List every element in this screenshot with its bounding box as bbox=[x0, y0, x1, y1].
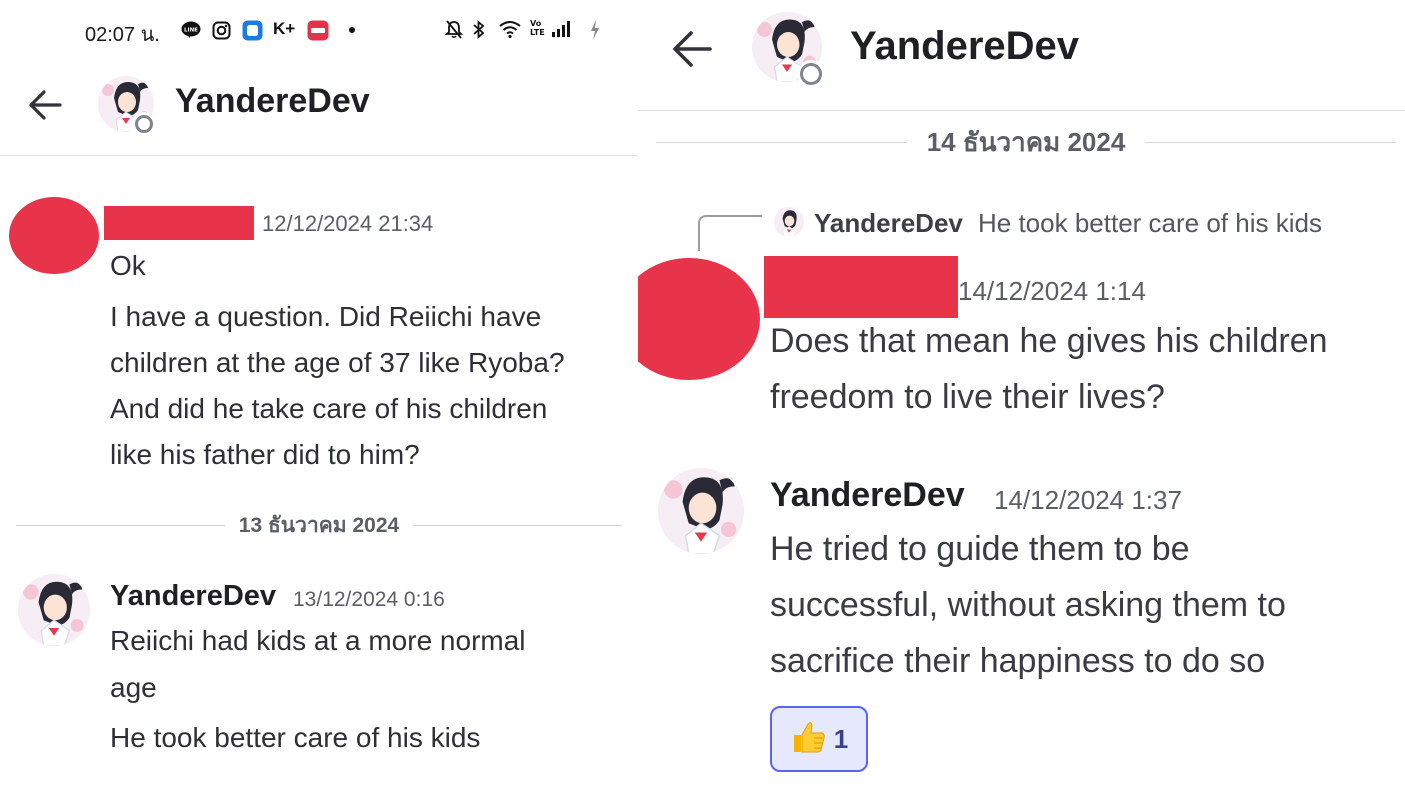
right-screenshot: YandereDev 14 ธันวาคม 2024 YandereDev He… bbox=[638, 0, 1405, 790]
bluetooth-icon bbox=[472, 19, 486, 45]
reply-connector bbox=[698, 215, 762, 251]
avatar[interactable] bbox=[18, 574, 90, 646]
reply-avatar bbox=[774, 207, 804, 237]
redacted-avatar bbox=[9, 197, 99, 274]
message-author[interactable]: YandereDev bbox=[770, 476, 965, 515]
message-author[interactable]: YandereDev bbox=[110, 580, 276, 613]
line-icon: LINE bbox=[181, 21, 201, 39]
date-separator-label: 13 ธันวาคม 2024 bbox=[238, 513, 400, 537]
status-time: 02:07 น. bbox=[85, 24, 160, 46]
reaction-count: 1 bbox=[833, 723, 849, 754]
avatar[interactable] bbox=[658, 468, 744, 554]
message-timestamp: 12/12/2024 21:34 bbox=[262, 211, 434, 236]
message-line: Ok bbox=[110, 250, 146, 281]
chat-header: YandereDev bbox=[0, 70, 638, 156]
message-line: children at the age of 37 like Ryoba? bbox=[110, 347, 565, 378]
message-line: Reiichi had kids at a more normal bbox=[110, 625, 526, 656]
message-line: age bbox=[110, 672, 157, 703]
message-line: He tried to guide them to be bbox=[770, 530, 1190, 568]
date-separator: 13 ธันวาคม 2024 bbox=[16, 511, 622, 539]
notification-dot bbox=[349, 27, 355, 33]
instagram-icon bbox=[212, 21, 231, 40]
news-app-icon bbox=[307, 20, 329, 41]
date-separator-label: 14 ธันวาคม 2024 bbox=[926, 126, 1126, 157]
reply-author[interactable]: YandereDev bbox=[814, 208, 963, 239]
mute-bell-icon bbox=[444, 20, 464, 45]
redacted-avatar bbox=[638, 258, 760, 380]
separator-rule bbox=[1145, 141, 1396, 143]
date-separator: 14 ธันวาคม 2024 bbox=[656, 126, 1396, 158]
header-title: YandereDev bbox=[175, 82, 370, 120]
reply-text[interactable]: He took better care of his kids bbox=[978, 208, 1322, 239]
message-line: And did he take care of his children bbox=[110, 393, 548, 424]
thumbs-up-icon bbox=[790, 718, 828, 760]
back-arrow-icon[interactable] bbox=[670, 28, 714, 70]
message-timestamp: 13/12/2024 0:16 bbox=[293, 588, 445, 611]
message-timestamp: 14/12/2024 1:37 bbox=[994, 485, 1182, 515]
battery-charging-icon bbox=[589, 19, 601, 46]
separator-rule bbox=[413, 524, 622, 526]
redacted-username bbox=[764, 256, 958, 318]
signal-icon bbox=[551, 20, 573, 43]
app-square-icon bbox=[242, 20, 263, 41]
back-arrow-icon[interactable] bbox=[26, 88, 64, 122]
left-screenshot: 02:07 น. LINE K+ Vo LTE YandereDev 12/12… bbox=[0, 0, 638, 790]
message-line: successful, without asking them to bbox=[770, 586, 1286, 624]
kplus-icon: K+ bbox=[273, 19, 296, 38]
wifi-icon bbox=[498, 19, 522, 44]
svg-text:LINE: LINE bbox=[184, 28, 198, 34]
offline-status-icon bbox=[132, 112, 156, 136]
message-line: sacrifice their happiness to do so bbox=[770, 642, 1266, 680]
reaction-thumbs-up[interactable]: 1 bbox=[770, 706, 868, 772]
offline-status-icon bbox=[797, 60, 825, 88]
message-line: freedom to live their lives? bbox=[770, 378, 1165, 416]
message-line: Does that mean he gives his children bbox=[770, 322, 1328, 360]
redacted-username bbox=[104, 206, 254, 240]
status-bar: 02:07 น. LINE K+ Vo LTE bbox=[85, 16, 615, 46]
separator-rule bbox=[656, 141, 907, 143]
volte-icon: Vo LTE bbox=[530, 19, 545, 37]
header-divider bbox=[638, 110, 1405, 111]
message-timestamp: 14/12/2024 1:14 bbox=[958, 276, 1146, 306]
separator-rule bbox=[16, 524, 225, 526]
header-title: YandereDev bbox=[850, 24, 1080, 68]
message-line: like his father did to him? bbox=[110, 439, 420, 470]
message-line: He took better care of his kids bbox=[110, 722, 481, 753]
message-line: I have a question. Did Reiichi have bbox=[110, 301, 542, 332]
